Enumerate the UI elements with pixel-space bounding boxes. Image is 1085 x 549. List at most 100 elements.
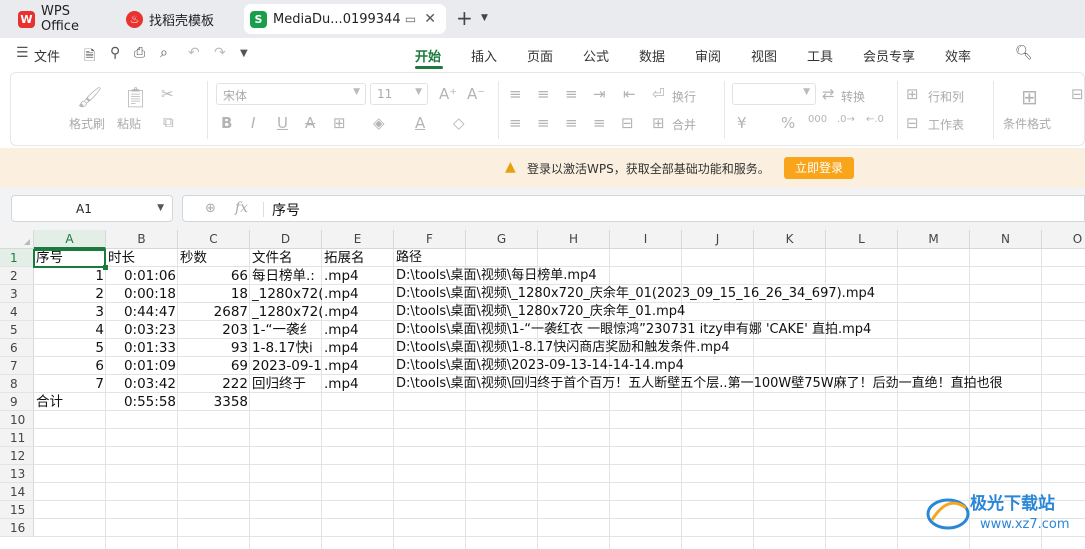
header-cell[interactable]: 文件名 <box>250 249 322 267</box>
row-header-13[interactable]: 13 <box>0 465 34 483</box>
cell-extension[interactable]: .mp4 <box>322 321 394 339</box>
cell-duration[interactable]: 0:03:42 <box>106 375 178 393</box>
strikethrough-icon[interactable]: A <box>305 114 315 132</box>
cell-seconds[interactable]: 66 <box>178 267 250 285</box>
row-header-2[interactable]: 2 <box>0 267 34 285</box>
cell-seconds[interactable]: 69 <box>178 357 250 375</box>
conditional-format-icon[interactable]: ⊞ <box>1021 85 1038 109</box>
decrease-font-icon[interactable]: A⁻ <box>467 85 485 103</box>
cell-seconds[interactable]: 18 <box>178 285 250 303</box>
cell-duration[interactable]: 0:01:33 <box>106 339 178 357</box>
window-icon[interactable]: ▭ <box>405 12 416 26</box>
italic-icon[interactable]: I <box>251 114 255 132</box>
cell-index[interactable]: 4 <box>34 321 106 339</box>
cell-duration[interactable]: 0:03:23 <box>106 321 178 339</box>
font-name-select[interactable]: 宋体 ▼ <box>216 83 366 105</box>
column-header-c[interactable]: C <box>178 230 250 249</box>
paste-icon[interactable]: 📋︎ <box>123 85 148 109</box>
save-icon[interactable]: 🗎 <box>84 45 95 69</box>
cell-path[interactable]: D:\tools\桌面\视频\_1280x720_庆余年_01(2023_09_… <box>394 285 1084 303</box>
increase-font-icon[interactable]: A⁺ <box>439 85 457 103</box>
row-header-3[interactable]: 3 <box>0 285 34 303</box>
cell-filename[interactable]: 1-8.17快i <box>250 339 322 357</box>
cell-extension[interactable]: .mp4 <box>322 267 394 285</box>
cell-extension[interactable]: .mp4 <box>322 375 394 393</box>
cell-filename[interactable]: 2023-09-1 <box>250 357 322 375</box>
cell-seconds[interactable]: 203 <box>178 321 250 339</box>
tab-daoke-template[interactable]: ♨ 找稻壳模板 <box>118 4 238 34</box>
redo-icon[interactable]: ↷ <box>214 45 226 61</box>
row-header-15[interactable]: 15 <box>0 501 34 519</box>
convert-label[interactable]: 转换 <box>841 88 865 105</box>
align-top-icon[interactable]: ≡ <box>509 85 522 103</box>
percent-icon[interactable]: % <box>781 114 795 132</box>
font-size-select[interactable]: 11 ▼ <box>370 83 428 105</box>
column-header-n[interactable]: N <box>970 230 1042 249</box>
share-icon[interactable]: ⚲ <box>110 45 120 61</box>
cell-seconds[interactable]: 93 <box>178 339 250 357</box>
column-header-f[interactable]: F <box>394 230 466 249</box>
tab-start[interactable]: 开始 <box>415 46 441 65</box>
selected-cell-a1[interactable] <box>33 249 108 270</box>
column-header-a[interactable]: A <box>34 230 106 249</box>
print-icon[interactable]: ⎙ <box>134 45 145 61</box>
cell-extension[interactable]: .mp4 <box>322 285 394 303</box>
header-cell[interactable]: 时长 <box>106 249 178 267</box>
cell-filename[interactable]: 每日榜单.: <box>250 267 322 285</box>
spreadsheet-grid[interactable]: A B C D E F G H I J K L M N O 1 2 3 4 5 6 7 8 9 10 11 12 13 14 15 16 序号… <box>0 230 1085 549</box>
row-header-7[interactable]: 7 <box>0 357 34 375</box>
column-header-m[interactable]: M <box>898 230 970 249</box>
cell-index[interactable]: 7 <box>34 375 106 393</box>
bold-icon[interactable]: B <box>221 114 232 132</box>
column-header-d[interactable]: D <box>250 230 322 249</box>
cell-path[interactable]: D:\tools\桌面\视频\每日榜单.mp4 <box>394 267 1084 285</box>
column-header-k[interactable]: K <box>754 230 826 249</box>
cell-extension[interactable]: .mp4 <box>322 303 394 321</box>
outdent-icon[interactable]: ⇤ <box>623 85 636 103</box>
merge-label[interactable]: 合并 <box>672 116 696 133</box>
justify-icon[interactable]: ≡ <box>593 114 606 132</box>
conditional-format-label[interactable]: 条件格式 <box>1003 115 1051 132</box>
close-tab-icon[interactable]: ✕ <box>424 11 436 27</box>
cell-index[interactable]: 5 <box>34 339 106 357</box>
row-header-1[interactable]: 1 <box>0 249 34 267</box>
cell-filename[interactable]: _1280x72( <box>250 285 322 303</box>
convert-icon[interactable]: ⇄ <box>822 85 835 103</box>
column-header-e[interactable]: E <box>322 230 394 249</box>
increase-decimal-icon[interactable]: .0→ <box>837 114 855 125</box>
row-header-9[interactable]: 9 <box>0 393 34 411</box>
font-color-icon[interactable]: A <box>415 114 425 132</box>
print-preview-icon[interactable]: ⌕ <box>160 45 168 61</box>
cell-seconds[interactable]: 2687 <box>178 303 250 321</box>
chevron-down-icon[interactable]: ▼ <box>240 48 248 59</box>
fill-color-icon[interactable]: ◈ <box>373 114 385 132</box>
clear-format-icon[interactable]: ◇ <box>453 114 465 132</box>
distributed-icon[interactable]: ⊟ <box>621 114 634 132</box>
row-header-6[interactable]: 6 <box>0 339 34 357</box>
align-middle-icon[interactable]: ≡ <box>537 85 550 103</box>
cell-duration[interactable]: 0:01:06 <box>106 267 178 285</box>
format-painter-label[interactable]: 格式刷 <box>69 115 105 132</box>
cell-duration[interactable]: 0:00:18 <box>106 285 178 303</box>
column-header-b[interactable]: B <box>106 230 178 249</box>
cell-path[interactable]: D:\tools\桌面\视频\_1280x720_庆余年_01.mp4 <box>394 303 1084 321</box>
cell-extension[interactable]: .mp4 <box>322 339 394 357</box>
row-header-8[interactable]: 8 <box>0 375 34 393</box>
total-seconds[interactable]: 3358 <box>178 393 250 411</box>
chevron-down-icon[interactable]: ▼ <box>481 13 488 23</box>
cell-extension[interactable]: .mp4 <box>322 357 394 375</box>
column-header-i[interactable]: I <box>610 230 682 249</box>
row-header-10[interactable]: 10 <box>0 411 34 429</box>
tab-efficiency[interactable]: 效率 <box>945 46 971 65</box>
tab-page[interactable]: 页面 <box>527 46 553 65</box>
rows-cols-label[interactable]: 行和列 <box>928 88 964 105</box>
row-header-16[interactable]: 16 <box>0 519 34 537</box>
row-header-5[interactable]: 5 <box>0 321 34 339</box>
cell-filename[interactable]: 1-“一袭纟 <box>250 321 322 339</box>
paste-label[interactable]: 粘贴 <box>117 115 141 132</box>
cell-duration[interactable]: 0:44:47 <box>106 303 178 321</box>
align-bottom-icon[interactable]: ≡ <box>565 85 578 103</box>
tab-view[interactable]: 视图 <box>751 46 777 65</box>
tab-review[interactable]: 审阅 <box>695 46 721 65</box>
cell-seconds[interactable]: 222 <box>178 375 250 393</box>
